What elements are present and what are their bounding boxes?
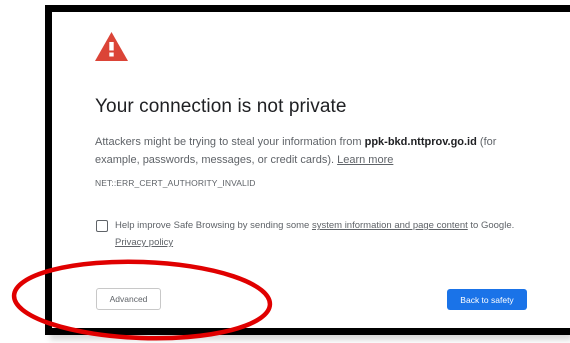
privacy-error-page: Your connection is not private Attackers… bbox=[52, 12, 570, 328]
message-prefix: Attackers might be trying to steal your … bbox=[95, 136, 365, 148]
error-code: NET::ERR_CERT_AUTHORITY_INVALID bbox=[95, 178, 256, 188]
learn-more-link[interactable]: Learn more bbox=[337, 154, 393, 166]
warning-triangle-icon bbox=[95, 32, 128, 61]
warning-message: Attackers might be trying to steal your … bbox=[95, 133, 535, 169]
privacy-policy-link[interactable]: Privacy policy bbox=[115, 237, 173, 248]
site-domain: ppk-bkd.nttprov.go.id bbox=[364, 136, 477, 148]
safe-browsing-checkbox[interactable] bbox=[96, 220, 108, 232]
safe-browsing-text-prefix: Help improve Safe Browsing by sending so… bbox=[115, 220, 312, 231]
advanced-button[interactable]: Advanced bbox=[96, 288, 161, 310]
back-to-safety-button[interactable]: Back to safety bbox=[447, 289, 527, 310]
safe-browsing-label: Help improve Safe Browsing by sending so… bbox=[115, 217, 555, 251]
page-title: Your connection is not private bbox=[95, 96, 347, 117]
system-info-link[interactable]: system information and page content bbox=[312, 220, 468, 231]
safe-browsing-text-suffix: to Google. bbox=[467, 220, 515, 231]
